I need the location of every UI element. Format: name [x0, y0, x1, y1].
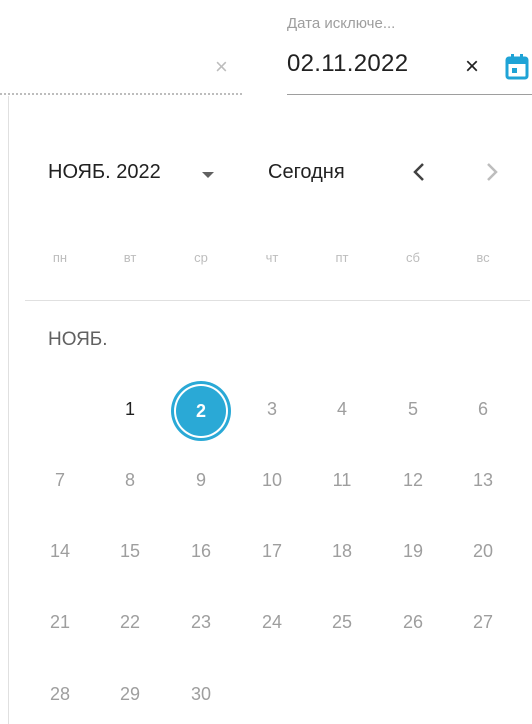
- date-field-underline: [287, 94, 532, 95]
- chevron-left-icon[interactable]: [412, 160, 426, 191]
- weekday-divider: [25, 300, 530, 301]
- day-8[interactable]: 8: [110, 470, 150, 491]
- day-20[interactable]: 20: [463, 541, 503, 562]
- clear-icon[interactable]: ×: [465, 54, 479, 80]
- day-16[interactable]: 16: [181, 541, 221, 562]
- day-6[interactable]: 6: [463, 399, 503, 420]
- month-year-selector[interactable]: НОЯБ. 2022: [48, 161, 161, 184]
- date-field-input[interactable]: 02.11.2022: [287, 50, 408, 78]
- today-button[interactable]: Сегодня: [268, 161, 345, 184]
- day-13[interactable]: 13: [463, 470, 503, 491]
- weekday-wed: ср: [194, 250, 208, 265]
- day-26[interactable]: 26: [393, 612, 433, 633]
- day-9[interactable]: 9: [181, 470, 221, 491]
- day-4[interactable]: 4: [322, 399, 362, 420]
- day-17[interactable]: 17: [252, 541, 292, 562]
- section-month-label: НОЯБ.: [48, 329, 108, 350]
- day-24[interactable]: 24: [252, 612, 292, 633]
- day-5[interactable]: 5: [393, 399, 433, 420]
- day-18[interactable]: 18: [322, 541, 362, 562]
- day-28[interactable]: 28: [40, 684, 80, 705]
- date-field-label: Дата исключе...: [287, 15, 396, 32]
- weekday-fri: пт: [335, 250, 349, 265]
- day-25[interactable]: 25: [322, 612, 362, 633]
- day-21[interactable]: 21: [40, 612, 80, 633]
- day-29[interactable]: 29: [110, 684, 150, 705]
- calendar-icon[interactable]: [505, 52, 529, 85]
- day-3[interactable]: 3: [252, 399, 292, 420]
- day-23[interactable]: 23: [181, 612, 221, 633]
- day-1[interactable]: 1: [110, 399, 150, 420]
- weekday-thu: чт: [265, 250, 279, 265]
- day-7[interactable]: 7: [40, 470, 80, 491]
- weekday-mon: пн: [52, 250, 68, 265]
- day-10[interactable]: 10: [252, 470, 292, 491]
- chevron-right-icon[interactable]: [485, 160, 499, 191]
- day-30[interactable]: 30: [181, 684, 221, 705]
- previous-field-underline: [0, 93, 242, 95]
- day-27[interactable]: 27: [463, 612, 503, 633]
- day-11[interactable]: 11: [322, 470, 362, 491]
- day-19[interactable]: 19: [393, 541, 433, 562]
- day-14[interactable]: 14: [40, 541, 80, 562]
- day-22[interactable]: 22: [110, 612, 150, 633]
- weekday-sun: вс: [476, 250, 490, 265]
- weekday-tue: вт: [123, 250, 137, 265]
- day-2-selected[interactable]: 2: [174, 384, 228, 438]
- weekday-sat: сб: [406, 250, 420, 265]
- day-15[interactable]: 15: [110, 541, 150, 562]
- day-12[interactable]: 12: [393, 470, 433, 491]
- previous-field-clear-icon[interactable]: ×: [215, 55, 228, 79]
- caret-down-icon[interactable]: [201, 167, 215, 185]
